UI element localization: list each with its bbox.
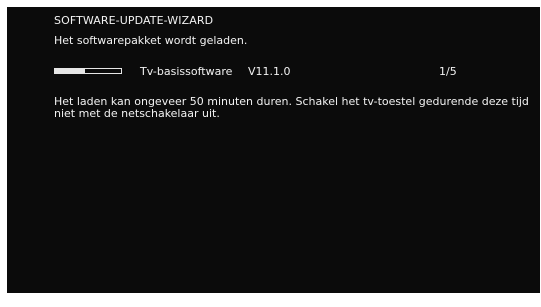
step-counter: 1/5 — [439, 65, 457, 78]
package-name: Tv-basissoftware — [140, 65, 233, 78]
progress-bar-fill — [55, 69, 85, 73]
package-version: V11.1.0 — [248, 65, 291, 78]
loading-warning-message: Het laden kan ongeveer 50 minuten duren.… — [54, 95, 529, 120]
progress-row: Tv-basissoftware V11.1.0 1/5 — [54, 64, 524, 80]
tv-screen: SOFTWARE-UPDATE-WIZARD Het softwarepakke… — [7, 7, 540, 293]
wizard-status-text: Het softwarepakket wordt geladen. — [54, 34, 248, 47]
wizard-title: SOFTWARE-UPDATE-WIZARD — [54, 14, 214, 27]
progress-bar — [54, 68, 122, 74]
